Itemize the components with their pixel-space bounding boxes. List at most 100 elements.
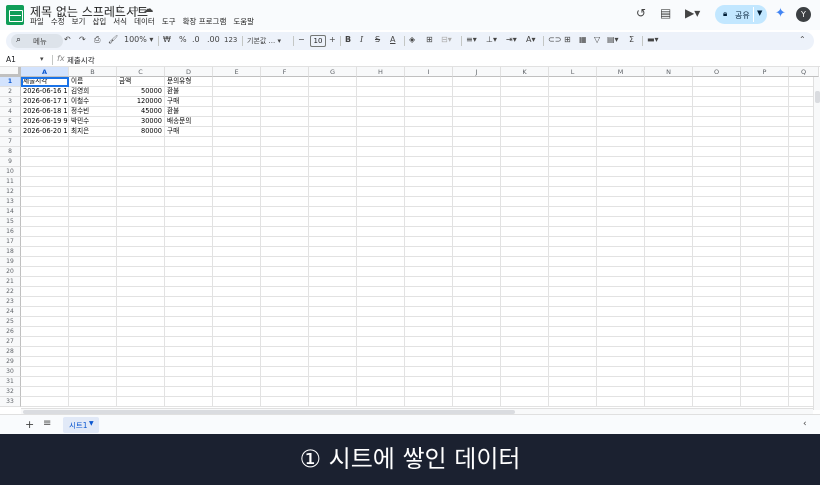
row-header[interactable]: 16 (0, 227, 21, 237)
grid-cell[interactable] (501, 77, 549, 87)
grid-cell[interactable] (165, 307, 213, 317)
grid-cell[interactable] (213, 127, 261, 137)
row-header[interactable]: 26 (0, 327, 21, 337)
grid-cell[interactable] (117, 307, 165, 317)
grid-cell[interactable] (213, 157, 261, 167)
grid-cell[interactable] (117, 367, 165, 377)
font-select[interactable]: 기본값 ... ▾ (247, 36, 281, 46)
grid-cell[interactable] (645, 377, 693, 387)
grid-cell[interactable] (693, 247, 741, 257)
grid-cell[interactable]: 환불 (165, 107, 213, 117)
grid-cell[interactable] (213, 307, 261, 317)
grid-cell[interactable] (453, 177, 501, 187)
grid-cell[interactable] (549, 247, 597, 257)
column-header[interactable]: B (69, 67, 117, 77)
grid-cell[interactable] (261, 387, 309, 397)
grid-cell[interactable] (741, 127, 789, 137)
row-header[interactable]: 21 (0, 277, 21, 287)
grid-cell[interactable] (309, 197, 357, 207)
select-all-corner[interactable] (0, 67, 21, 77)
grid-cell[interactable] (741, 277, 789, 287)
grid-cell[interactable] (453, 237, 501, 247)
grid-cell[interactable] (309, 187, 357, 197)
cloud-status-icon[interactable]: ☁ (143, 4, 153, 15)
all-sheets-icon[interactable]: ≡ (43, 418, 51, 429)
grid-cell[interactable] (597, 187, 645, 197)
vertical-scrollbar[interactable] (813, 77, 820, 410)
grid-cell[interactable] (117, 167, 165, 177)
grid-cell[interactable] (261, 187, 309, 197)
grid-cell[interactable] (117, 227, 165, 237)
grid-cell[interactable] (645, 277, 693, 287)
grid-cell[interactable] (741, 187, 789, 197)
grid-cell[interactable] (357, 117, 405, 127)
grid-cell[interactable] (165, 227, 213, 237)
grid-cell[interactable]: 30000 (117, 117, 165, 127)
grid-cell[interactable] (165, 377, 213, 387)
grid-cell[interactable] (213, 137, 261, 147)
grid-cell[interactable] (261, 117, 309, 127)
grid-cell[interactable] (309, 297, 357, 307)
grid-cell[interactable] (261, 347, 309, 357)
grid-cell[interactable] (21, 327, 69, 337)
font-size-decrease-button[interactable]: − (298, 35, 305, 44)
grid-cell[interactable] (261, 147, 309, 157)
grid-cell[interactable] (21, 307, 69, 317)
grid-cell[interactable] (405, 337, 453, 347)
grid-cell[interactable] (21, 137, 69, 147)
grid-cell[interactable] (405, 217, 453, 227)
grid-cell[interactable] (597, 217, 645, 227)
bold-icon[interactable]: B (345, 35, 351, 44)
grid-cell[interactable] (309, 137, 357, 147)
grid-cell[interactable] (453, 257, 501, 267)
grid-cell[interactable] (597, 157, 645, 167)
grid-cell[interactable] (165, 337, 213, 347)
grid-cell[interactable] (261, 327, 309, 337)
grid-cell[interactable] (693, 137, 741, 147)
grid-cell[interactable] (453, 367, 501, 377)
share-button[interactable]: 🔒︎ 공유 ▼ (715, 5, 767, 24)
grid-cell[interactable] (741, 357, 789, 367)
grid-cell[interactable] (261, 87, 309, 97)
decrease-decimal-button[interactable]: .0 (192, 35, 200, 44)
grid-cell[interactable] (261, 157, 309, 167)
grid-cell[interactable] (69, 377, 117, 387)
grid-cell[interactable] (453, 287, 501, 297)
grid-cell[interactable] (693, 347, 741, 357)
grid-cell[interactable] (549, 137, 597, 147)
grid-cell[interactable] (357, 177, 405, 187)
grid-cell[interactable] (645, 167, 693, 177)
grid-cell[interactable] (69, 167, 117, 177)
grid-cell[interactable] (693, 167, 741, 177)
grid-cell[interactable] (405, 177, 453, 187)
grid-cell[interactable] (405, 377, 453, 387)
grid-cell[interactable] (309, 77, 357, 87)
grid-cell[interactable] (549, 187, 597, 197)
grid-cell[interactable] (165, 327, 213, 337)
grid-cell[interactable] (213, 257, 261, 267)
grid-cell[interactable] (645, 247, 693, 257)
grid-cell[interactable] (645, 127, 693, 137)
grid-cell[interactable] (21, 157, 69, 167)
grid-cell[interactable] (741, 367, 789, 377)
grid-cell[interactable] (693, 387, 741, 397)
grid-cell[interactable] (309, 167, 357, 177)
grid-cell[interactable] (549, 347, 597, 357)
grid-cell[interactable] (597, 137, 645, 147)
grid-cell[interactable] (549, 117, 597, 127)
grid-cell[interactable] (693, 287, 741, 297)
grid-cell[interactable] (741, 287, 789, 297)
grid-cell[interactable] (213, 117, 261, 127)
grid-cell[interactable] (165, 207, 213, 217)
merge-cells-icon[interactable]: ⊟▾ (441, 35, 452, 44)
grid-cell[interactable] (693, 297, 741, 307)
grid-cell[interactable] (21, 337, 69, 347)
grid-cell[interactable] (597, 257, 645, 267)
grid-cell[interactable] (117, 267, 165, 277)
grid-cell[interactable] (645, 237, 693, 247)
row-header[interactable]: 25 (0, 317, 21, 327)
grid-cell[interactable] (597, 197, 645, 207)
grid-cell[interactable] (549, 227, 597, 237)
grid-cell[interactable]: 제출시각 (21, 77, 69, 87)
grid-cell[interactable] (309, 117, 357, 127)
